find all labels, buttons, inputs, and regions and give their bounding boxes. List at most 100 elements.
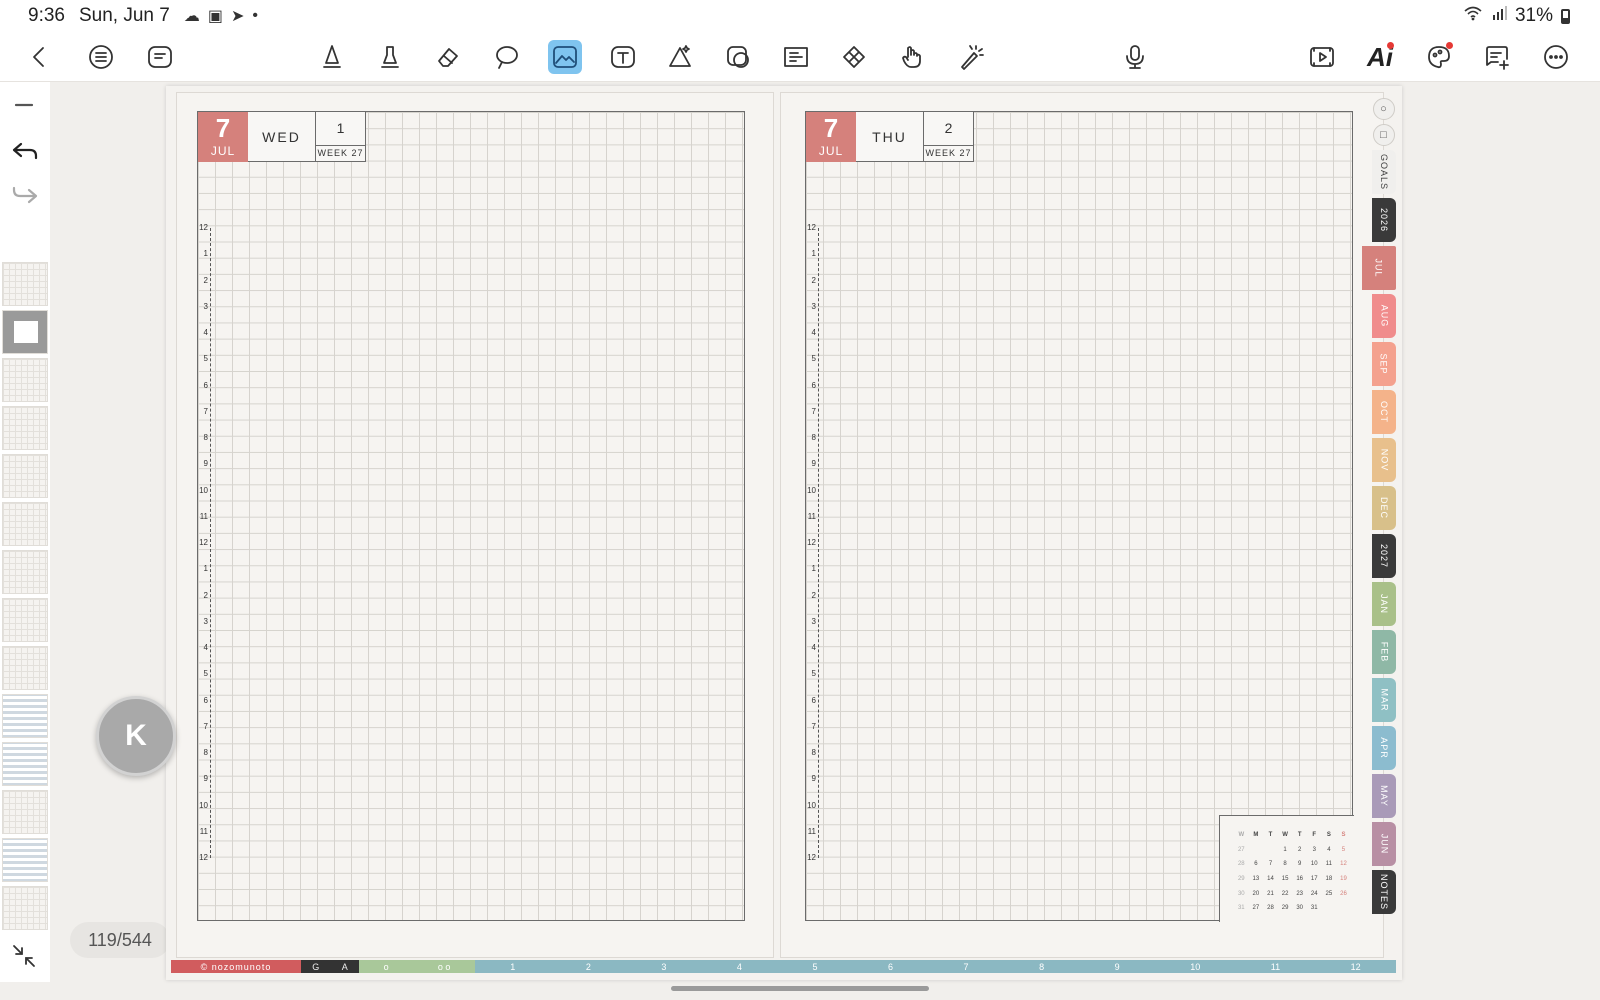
presentation-button[interactable] [1305,40,1339,74]
tab-2026[interactable]: 2026 [1372,198,1396,242]
tab-mar[interactable]: MAR [1372,678,1396,722]
calendar-day[interactable]: 12 [1336,857,1351,872]
voice-record-button[interactable] [1118,40,1152,74]
image-tool[interactable] [548,40,582,74]
tab-jul[interactable]: JUL [1362,246,1396,290]
index-letter-g[interactable]: G [312,962,319,972]
home-indicator[interactable] [671,986,929,991]
month-index-item[interactable]: 2 [586,962,591,972]
page-thumbnail[interactable] [2,262,48,306]
month-index-item[interactable]: 6 [888,962,893,972]
tab-goals[interactable]: GOALS [1372,150,1396,194]
square-icon[interactable]: □ [1373,124,1395,146]
tab-apr[interactable]: APR [1372,726,1396,770]
calendar-day[interactable]: 1 [1278,843,1293,858]
calendar-day[interactable]: 18 [1322,872,1337,887]
calendar-day[interactable]: 30 [1292,901,1307,916]
laser-pointer-tool[interactable] [953,40,987,74]
page-thumbnail[interactable] [2,694,48,738]
ai-assistant-button[interactable]: Ai [1363,40,1397,74]
calendar-day[interactable]: 28 [1263,901,1278,916]
page-thumbnail[interactable] [2,790,48,834]
calendar-day[interactable]: 9 [1292,857,1307,872]
calendar-day[interactable]: 27 [1249,901,1264,916]
lasso-tool[interactable] [490,40,524,74]
tab-notes[interactable]: NOTES [1372,870,1396,914]
left-page[interactable]: 7 JUL WED 1 WEEK 27 12 1 2 3 4 5 6 7 8 9 10 11 12 1 2 3… [176,92,774,958]
calendar-day[interactable]: 17 [1307,872,1322,887]
page-thumbnail[interactable] [2,742,48,786]
calendar-day[interactable]: 14 [1263,872,1278,887]
tab-nov[interactable]: NOV [1372,438,1396,482]
index-circle[interactable]: o [384,962,389,972]
tab-sep[interactable]: SEP [1372,342,1396,386]
calendar-day[interactable]: 20 [1249,886,1264,901]
tab-feb[interactable]: FEB [1372,630,1396,674]
calendar-day[interactable] [1249,843,1264,858]
calendar-day[interactable]: 7 [1263,857,1278,872]
calendar-day[interactable] [1263,843,1278,858]
calendar-day[interactable]: 6 [1249,857,1264,872]
tape-tool[interactable] [837,40,871,74]
page-thumbnail[interactable] [2,454,48,498]
calendar-day[interactable]: 8 [1278,857,1293,872]
calendar-day[interactable]: 3 [1307,843,1322,858]
calendar-day[interactable]: 16 [1292,872,1307,887]
pen-tool[interactable] [315,40,349,74]
month-index-item[interactable]: 3 [661,962,666,972]
tab-jan[interactable]: JAN [1372,582,1396,626]
outline-button[interactable] [84,40,118,74]
page-thumbnail[interactable] [2,358,48,402]
calendar-day[interactable]: 2 [1292,843,1307,858]
tab-may[interactable]: MAY [1372,774,1396,818]
calendar-day[interactable]: 15 [1278,872,1293,887]
calendar-day[interactable] [1336,901,1351,916]
calendar-day[interactable]: 24 [1307,886,1322,901]
undo-button[interactable] [8,134,42,168]
calendar-day[interactable]: 26 [1336,886,1351,901]
month-index-item[interactable]: 4 [737,962,742,972]
floating-k-button[interactable]: K [96,696,176,776]
month-index-item[interactable]: 1 [510,962,515,972]
month-index-item[interactable]: 10 [1190,962,1200,972]
page-thumbnail[interactable] [2,886,48,930]
page-thumbnail[interactable] [2,598,48,642]
calendar-day[interactable]: 13 [1249,872,1264,887]
month-index-item[interactable]: 11 [1271,962,1280,972]
calendar-day[interactable]: 4 [1322,843,1337,858]
highlighter-tool[interactable] [373,40,407,74]
month-index-item[interactable]: 7 [964,962,969,972]
circle-icon[interactable]: ○ [1373,98,1395,120]
calendar-day[interactable]: 19 [1336,872,1351,887]
calendar-day[interactable] [1322,901,1337,916]
sticker-tool[interactable] [721,40,755,74]
shapes-tool[interactable] [663,40,697,74]
tab-2027[interactable]: 2027 [1372,534,1396,578]
text-tool[interactable] [606,40,640,74]
tab-jun[interactable]: JUN [1372,822,1396,866]
page-thumbnail[interactable] [2,502,48,546]
text-list-button[interactable] [143,40,177,74]
tab-oct[interactable]: OCT [1372,390,1396,434]
page-thumbnail[interactable] [2,646,48,690]
page-thumbnail[interactable] [2,406,48,450]
more-button[interactable] [1539,40,1573,74]
tab-dec[interactable]: DEC [1372,486,1396,530]
calendar-day[interactable]: 29 [1278,901,1293,916]
left-grid[interactable]: 7 JUL WED 1 WEEK 27 12 1 2 3 4 5 6 7 8 9 10 11 12 1 2 3… [197,111,745,921]
calendar-day[interactable]: 5 [1336,843,1351,858]
index-letter-a[interactable]: A [342,962,348,972]
calendar-day[interactable]: 21 [1263,886,1278,901]
month-index-item[interactable]: 12 [1351,962,1361,972]
calendar-day[interactable]: 22 [1278,886,1293,901]
index-circles[interactable]: o o [438,962,451,972]
hand-tool[interactable] [895,40,929,74]
calendar-day[interactable]: 23 [1292,886,1307,901]
month-index-item[interactable]: 9 [1115,962,1120,972]
calendar-day[interactable]: 31 [1307,901,1322,916]
add-comment-button[interactable] [1480,40,1514,74]
theme-button[interactable] [1422,40,1456,74]
right-page[interactable]: 7 JUL THU 2 WEEK 27 12 1 2 3 4 5 6 7 8 9 10 11 12 1 2 3… [780,92,1384,958]
eraser-tool[interactable] [431,40,465,74]
minimize-sidebar-button[interactable] [8,88,42,122]
